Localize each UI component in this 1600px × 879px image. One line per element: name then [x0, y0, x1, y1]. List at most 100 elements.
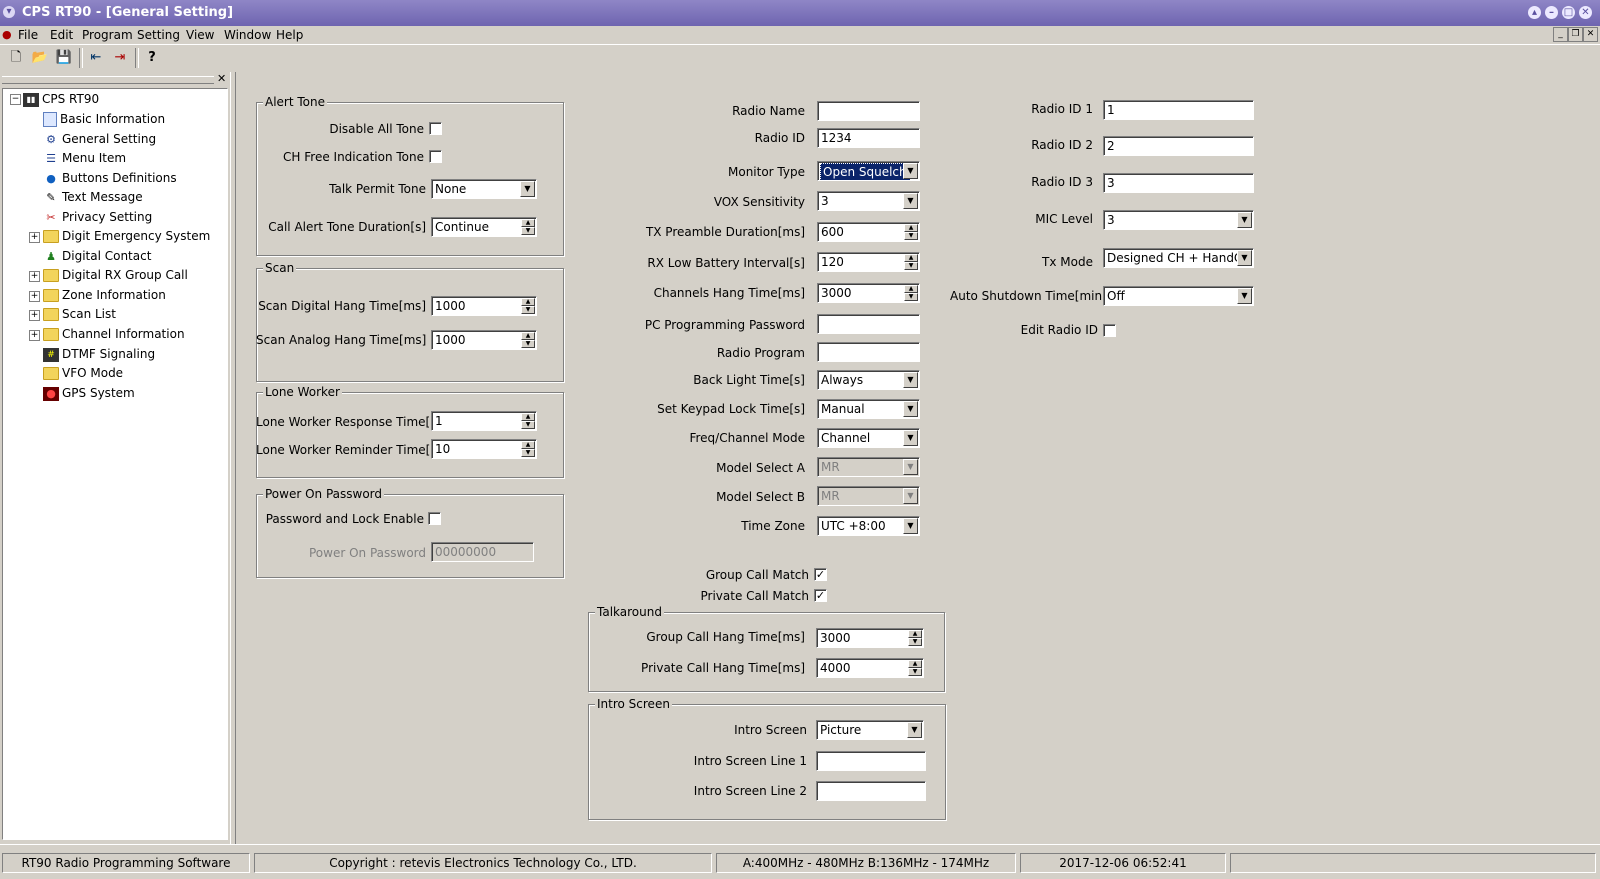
lone-worker-reminder-spinner[interactable]: 10 ▲ ▼ [431, 439, 537, 459]
back-light-select[interactable]: Always ▼ [817, 370, 920, 390]
tree-item-dtmf-signaling[interactable]: # DTMF Signaling [43, 345, 155, 363]
radio-id2-input[interactable]: 2 [1103, 136, 1254, 156]
spin-up-icon[interactable]: ▲ [521, 413, 535, 421]
monitor-type-select[interactable]: Open Squelch ▼ [817, 161, 920, 181]
expand-icon[interactable]: + [29, 232, 40, 243]
scan-analog-hang-spinner[interactable]: 1000 ▲ ▼ [431, 330, 537, 350]
radio-id1-input[interactable]: 1 [1103, 100, 1254, 120]
tree-item-scan-list[interactable]: Scan List [43, 305, 116, 323]
spin-up-icon[interactable]: ▲ [908, 630, 922, 638]
tree-item-general-setting[interactable]: ⚙ General Setting [43, 130, 156, 148]
rx-low-battery-spinner[interactable]: 120 ▲ ▼ [817, 252, 920, 272]
mic-level-select[interactable]: 3 ▼ [1103, 210, 1254, 230]
tree-item-zone-information[interactable]: Zone Information [43, 286, 166, 304]
rollup-icon[interactable]: ▴ [1528, 6, 1541, 19]
radio-name-input[interactable] [817, 101, 920, 121]
call-alert-tone-duration-spinner[interactable]: Continue ▲ ▼ [431, 217, 537, 237]
menu-help[interactable]: Help [276, 28, 303, 42]
channels-hang-spinner[interactable]: 3000 ▲ ▼ [817, 283, 920, 303]
keypad-lock-select[interactable]: Manual ▼ [817, 399, 920, 419]
chevron-down-icon[interactable]: ▼ [903, 372, 918, 388]
tree-item-gps-system[interactable]: ● GPS System [43, 384, 135, 402]
expand-icon[interactable]: + [29, 310, 40, 321]
spin-up-icon[interactable]: ▲ [904, 224, 918, 232]
pc-programming-password-input[interactable] [817, 314, 920, 334]
tree-item-channel-information[interactable]: Channel Information [43, 325, 185, 343]
chevron-down-icon[interactable]: ▼ [903, 430, 918, 446]
tree-item-basic-information[interactable]: Basic Information [43, 110, 165, 128]
group-call-hang-spinner[interactable]: 3000 ▲ ▼ [816, 628, 924, 648]
chevron-down-icon[interactable]: ▼ [903, 163, 918, 179]
write-radio-icon[interactable]: ⇥ [110, 48, 130, 68]
tree-item-vfo-mode[interactable]: VFO Mode [43, 364, 123, 382]
spin-down-icon[interactable]: ▼ [521, 340, 535, 348]
spin-up-icon[interactable]: ▲ [521, 332, 535, 340]
tx-mode-select[interactable]: Designed CH + HandCH ▼ [1103, 248, 1254, 268]
menu-view[interactable]: View [186, 28, 214, 42]
chevron-down-icon[interactable]: ▼ [903, 193, 918, 209]
menu-setting[interactable]: Setting [137, 28, 180, 42]
spin-down-icon[interactable]: ▼ [521, 421, 535, 429]
talk-permit-tone-select[interactable]: None ▼ [431, 179, 537, 199]
chevron-down-icon[interactable]: ▼ [1237, 250, 1252, 266]
pane-grip[interactable] [2, 76, 214, 84]
tree-item-text-message[interactable]: ✎ Text Message [43, 188, 142, 206]
freq-channel-mode-select[interactable]: Channel ▼ [817, 428, 920, 448]
lone-worker-response-spinner[interactable]: 1 ▲ ▼ [431, 411, 537, 431]
password-lock-enable-checkbox[interactable] [428, 512, 441, 525]
tree-root[interactable]: ▮▮ CPS RT90 [23, 90, 99, 108]
tree-item-buttons-definitions[interactable]: ● Buttons Definitions [43, 169, 176, 187]
close-icon[interactable]: ✕ [1579, 6, 1592, 19]
intro-screen-select[interactable]: Picture ▼ [816, 720, 924, 740]
help-icon[interactable]: ? [142, 48, 162, 68]
tree-item-privacy-setting[interactable]: ✂ Privacy Setting [43, 208, 152, 226]
intro-screen-line2-input[interactable] [816, 781, 926, 801]
chevron-down-icon[interactable]: ▼ [1237, 288, 1252, 304]
menu-program[interactable]: Program [82, 28, 133, 42]
spin-up-icon[interactable]: ▲ [521, 298, 535, 306]
tx-preamble-spinner[interactable]: 600 ▲ ▼ [817, 222, 920, 242]
spin-down-icon[interactable]: ▼ [904, 262, 918, 270]
new-file-icon[interactable]: 🗋 [6, 48, 26, 68]
radio-id3-input[interactable]: 3 [1103, 173, 1254, 193]
edit-radio-id-checkbox[interactable] [1103, 324, 1116, 337]
spin-down-icon[interactable]: ▼ [908, 638, 922, 646]
menu-app-icon[interactable]: ● [2, 28, 12, 41]
mdi-close-icon[interactable]: ✕ [1583, 27, 1598, 42]
expand-icon[interactable]: + [29, 271, 40, 282]
chevron-down-icon[interactable]: ▼ [1237, 212, 1252, 228]
scan-digital-hang-spinner[interactable]: 1000 ▲ ▼ [431, 296, 537, 316]
auto-shutdown-select[interactable]: Off ▼ [1103, 286, 1254, 306]
private-call-match-checkbox[interactable]: ✓ [814, 589, 827, 602]
minimize-icon[interactable]: – [1545, 6, 1558, 19]
read-radio-icon[interactable]: ⇤ [86, 48, 106, 68]
disable-all-tone-checkbox[interactable] [429, 122, 442, 135]
menu-window[interactable]: Window [224, 28, 271, 42]
spin-up-icon[interactable]: ▲ [904, 285, 918, 293]
spin-down-icon[interactable]: ▼ [904, 232, 918, 240]
spin-up-icon[interactable]: ▲ [521, 219, 535, 227]
tree-item-digital-contact[interactable]: ♟ Digital Contact [43, 247, 151, 265]
pane-close-icon[interactable]: ✕ [217, 72, 226, 85]
time-zone-select[interactable]: UTC +8:00 ▼ [817, 516, 920, 536]
tree-item-menu-item[interactable]: ☰ Menu Item [43, 149, 126, 167]
expand-icon[interactable]: + [29, 330, 40, 341]
spin-up-icon[interactable]: ▲ [908, 660, 922, 668]
chevron-down-icon[interactable]: ▼ [520, 181, 535, 197]
spin-down-icon[interactable]: ▼ [908, 668, 922, 676]
expand-icon[interactable]: + [29, 291, 40, 302]
spin-down-icon[interactable]: ▼ [521, 306, 535, 314]
mdi-minimize-icon[interactable]: _ [1553, 27, 1568, 42]
app-icon[interactable]: ▾ [3, 6, 15, 18]
open-folder-icon[interactable]: 📂 [30, 48, 50, 68]
maximize-icon[interactable]: □ [1562, 6, 1575, 19]
spin-down-icon[interactable]: ▼ [521, 227, 535, 235]
private-call-hang-spinner[interactable]: 4000 ▲ ▼ [816, 658, 924, 678]
collapse-icon[interactable]: − [10, 94, 21, 105]
mdi-restore-icon[interactable]: ❐ [1568, 27, 1583, 42]
radio-id-input[interactable]: 1234 [817, 128, 920, 148]
group-call-match-checkbox[interactable]: ✓ [814, 568, 827, 581]
spin-up-icon[interactable]: ▲ [521, 441, 535, 449]
menu-file[interactable]: File [18, 28, 38, 42]
intro-screen-line1-input[interactable] [816, 751, 926, 771]
